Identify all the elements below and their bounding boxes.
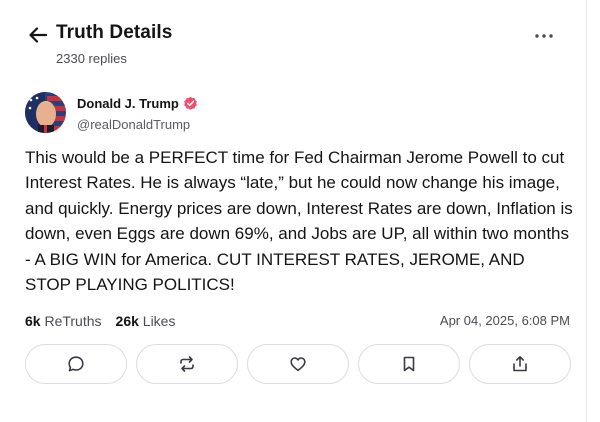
post-action-bar <box>25 344 573 386</box>
retruths-count: 6k <box>25 313 41 329</box>
engagement-counts: 6k ReTruths 26k Likes <box>25 313 175 329</box>
reply-button[interactable] <box>25 344 127 384</box>
back-button[interactable] <box>28 25 48 45</box>
share-button[interactable] <box>469 344 571 384</box>
page-title: Truth Details <box>56 22 173 43</box>
likes-label: Likes <box>142 313 176 329</box>
reply-icon <box>68 356 84 372</box>
retruth-button[interactable] <box>136 344 238 384</box>
post-timestamp: Apr 04, 2025, 6:08 PM <box>439 313 570 328</box>
post-stats: 6k ReTruths 26k Likes Apr 04, 2025, 6:08… <box>25 313 572 331</box>
more-horizontal-icon <box>535 34 553 38</box>
verified-badge-icon <box>183 96 197 110</box>
post-author: Donald J. Trump @realDonaldTrump <box>25 92 565 136</box>
like-button[interactable] <box>247 344 349 384</box>
retruths-stat[interactable]: 6k ReTruths <box>25 313 102 329</box>
author-handle[interactable]: @realDonaldTrump <box>77 117 190 132</box>
retruth-icon <box>180 356 194 372</box>
avatar[interactable] <box>25 92 66 133</box>
post-text: This would be a PERFECT time for Fed Cha… <box>25 148 573 295</box>
share-icon <box>513 356 527 372</box>
reply-count: 2330 replies <box>56 51 127 66</box>
truth-detail-panel: Truth Details 2330 replies Donald J. Tru… <box>0 0 587 422</box>
likes-stat[interactable]: 26k Likes <box>116 313 176 329</box>
author-name[interactable]: Donald J. Trump <box>77 96 179 111</box>
likes-count: 26k <box>115 313 139 329</box>
page-header: Truth Details 2330 replies <box>28 22 568 68</box>
heart-icon <box>290 357 306 372</box>
author-name-row: Donald J. Trump <box>77 96 198 111</box>
bookmark-icon <box>403 356 415 372</box>
more-options-button[interactable] <box>532 26 556 46</box>
retruths-label: ReTruths <box>44 313 102 329</box>
bookmark-button[interactable] <box>358 344 460 384</box>
arrow-left-icon <box>29 27 47 43</box>
